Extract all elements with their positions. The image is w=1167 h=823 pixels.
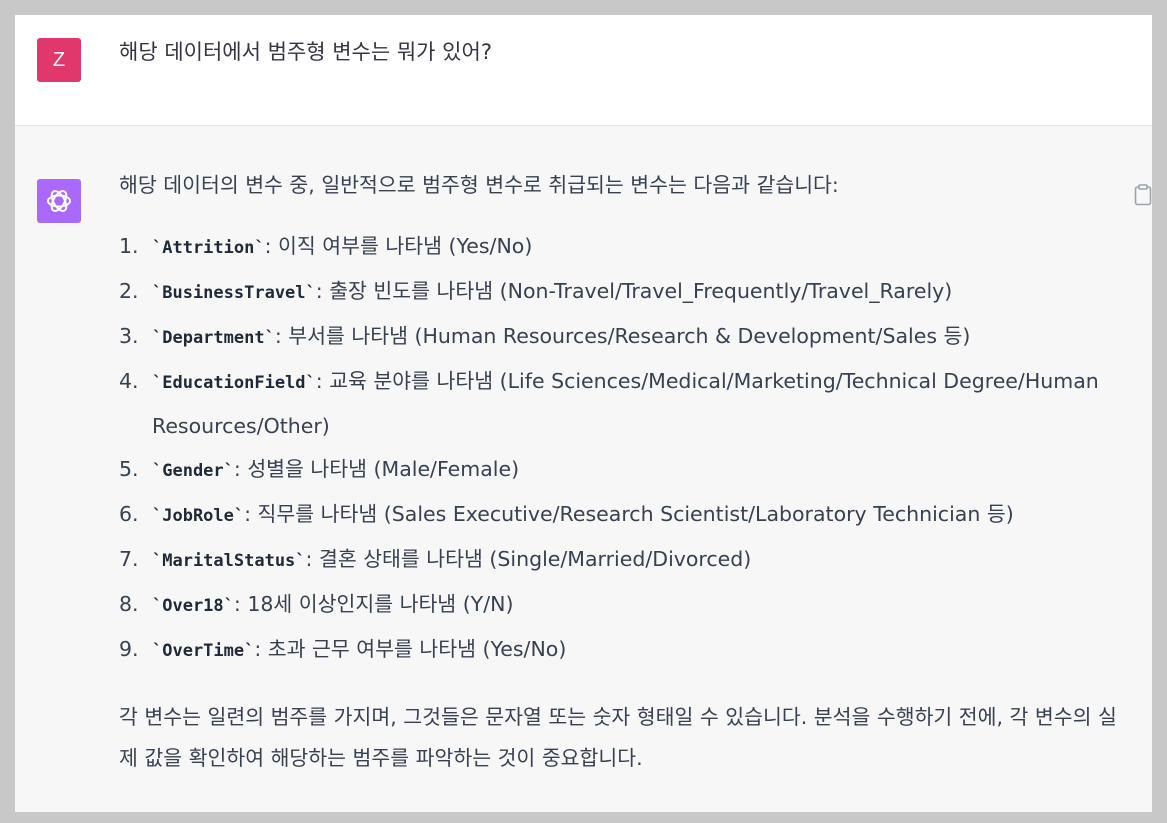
variable-description: : 결혼 상태를 나타냄 (Single/Married/Divorced) bbox=[305, 547, 752, 571]
user-message-row: Z 해당 데이터에서 범주형 변수는 뭐가 있어? bbox=[15, 15, 1152, 126]
variable-code: `BusinessTravel` bbox=[152, 283, 316, 303]
variable-code: `Gender` bbox=[152, 461, 234, 481]
list-item: 8. `Over18`: 18세 이상인지를 나타냄 (Y/N) bbox=[119, 583, 1119, 628]
variable-code: `OverTime` bbox=[152, 641, 255, 661]
variable-code: `Attrition` bbox=[152, 238, 265, 258]
variable-code: `MaritalStatus` bbox=[152, 551, 306, 571]
list-number: 6. bbox=[119, 502, 139, 526]
list-number: 4. bbox=[119, 369, 139, 393]
assistant-message-row: 해당 데이터의 변수 중, 일반적으로 범주형 변수로 취급되는 변수는 다음과… bbox=[15, 126, 1152, 812]
list-number: 3. bbox=[119, 324, 139, 348]
variable-description: : 출장 빈도를 나타냄 (Non-Travel/Travel_Frequent… bbox=[315, 279, 953, 303]
assistant-outro: 각 변수는 일련의 범주를 가지며, 그것들은 문자열 또는 숫자 형태일 수 … bbox=[119, 705, 1117, 770]
assistant-message: 해당 데이터의 변수 중, 일반적으로 범주형 변수로 취급되는 변수는 다음과… bbox=[119, 170, 1119, 779]
variable-code: `EducationField` bbox=[152, 373, 316, 393]
assistant-avatar bbox=[37, 179, 81, 223]
list-item: 6. `JobRole`: 직무를 나타냄 (Sales Executive/Re… bbox=[119, 493, 1119, 538]
variable-description: : 직무를 나타냄 (Sales Executive/Research Scie… bbox=[244, 502, 1014, 526]
variable-code: `JobRole` bbox=[152, 506, 245, 526]
user-avatar-letter: Z bbox=[52, 48, 66, 71]
openai-logo-icon bbox=[47, 190, 71, 212]
variable-code: `Department` bbox=[152, 328, 275, 348]
list-item: 1. `Attrition`: 이직 여부를 나타냄 (Yes/No) bbox=[119, 225, 1119, 270]
variable-description: : 이직 여부를 나타냄 (Yes/No) bbox=[264, 234, 533, 258]
user-message: 해당 데이터에서 범주형 변수는 뭐가 있어? bbox=[119, 40, 492, 64]
list-number: 2. bbox=[119, 279, 139, 303]
list-number: 8. bbox=[119, 592, 139, 616]
clipboard-icon[interactable] bbox=[1134, 184, 1152, 206]
list-item: 5. `Gender`: 성별을 나타냄 (Male/Female) bbox=[119, 448, 1119, 493]
variable-description: : 18세 이상인지를 나타냄 (Y/N) bbox=[233, 592, 514, 616]
list-item: 3. `Department`: 부서를 나타냄 (Human Resources… bbox=[119, 315, 1119, 360]
variable-description: : 부서를 나타냄 (Human Resources/Research & De… bbox=[274, 324, 971, 348]
variable-description: : 성별을 나타냄 (Male/Female) bbox=[233, 457, 520, 481]
chat-window: Z 해당 데이터에서 범주형 변수는 뭐가 있어? 해당 데이터의 변수 중, … bbox=[15, 15, 1152, 812]
variable-code: `Over18` bbox=[152, 596, 234, 616]
user-avatar: Z bbox=[37, 38, 81, 82]
variable-list: 1. `Attrition`: 이직 여부를 나타냄 (Yes/No) 2. `Bu… bbox=[119, 225, 1119, 673]
assistant-intro: 해당 데이터의 변수 중, 일반적으로 범주형 변수로 취급되는 변수는 다음과… bbox=[119, 173, 839, 197]
list-number: 9. bbox=[119, 637, 139, 661]
list-number: 7. bbox=[119, 547, 139, 571]
list-item: 4. `EducationField`: 교육 분야를 나타냄 (Life Sci… bbox=[119, 360, 1119, 448]
list-number: 1. bbox=[119, 234, 139, 258]
variable-description: : 초과 근무 여부를 나타냄 (Yes/No) bbox=[254, 637, 567, 661]
list-item: 7. `MaritalStatus`: 결혼 상태를 나타냄 (Single/Ma… bbox=[119, 538, 1119, 583]
list-item: 2. `BusinessTravel`: 출장 빈도를 나타냄 (Non-Trav… bbox=[119, 270, 1119, 315]
list-number: 5. bbox=[119, 457, 139, 481]
list-item: 9. `OverTime`: 초과 근무 여부를 나타냄 (Yes/No) bbox=[119, 628, 1119, 673]
